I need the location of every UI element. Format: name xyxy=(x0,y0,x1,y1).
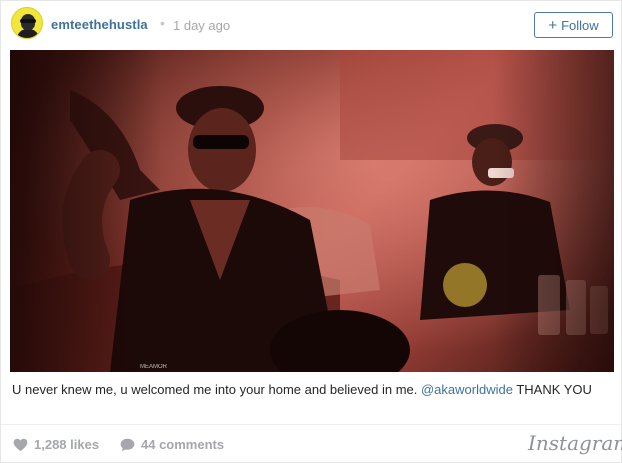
separator-dot: • xyxy=(160,15,165,31)
post-footer: 1,288 likes 44 comments Instagram xyxy=(1,424,622,462)
speech-bubble-icon xyxy=(120,438,135,451)
post-header: emteethehustla • 1 day ago + Follow xyxy=(1,1,621,49)
comments-count[interactable]: 44 comments xyxy=(120,437,224,452)
avatar-figure-shades xyxy=(20,19,36,23)
heart-icon xyxy=(13,438,28,451)
caption-mention-link[interactable]: @akaworldwide xyxy=(421,382,513,397)
caption-text: U never knew me, u welcomed me into your… xyxy=(12,382,421,397)
user-avatar[interactable] xyxy=(11,7,43,39)
follow-button[interactable]: + Follow xyxy=(534,12,613,38)
post-photo[interactable]: MEAMOR xyxy=(10,50,614,372)
post-caption: U never knew me, u welcomed me into your… xyxy=(12,381,612,398)
comments-label: 44 comments xyxy=(141,437,225,452)
likes-label: 1,288 likes xyxy=(34,437,100,452)
instagram-embed-card: emteethehustla • 1 day ago + Follow MEAM… xyxy=(0,0,622,463)
photo-scene: MEAMOR xyxy=(10,50,614,372)
username-link[interactable]: emteethehustla xyxy=(51,17,148,32)
follow-label: Follow xyxy=(561,17,599,33)
likes-count[interactable]: 1,288 likes xyxy=(13,437,99,452)
plus-icon: + xyxy=(548,16,558,34)
instagram-logo[interactable]: Instagram xyxy=(528,431,622,455)
photo-watermark: MEAMOR xyxy=(140,364,168,370)
caption-text-end: THANK YOU xyxy=(512,382,592,397)
avatar-figure-body xyxy=(17,29,39,38)
post-timestamp[interactable]: 1 day ago xyxy=(173,18,230,33)
